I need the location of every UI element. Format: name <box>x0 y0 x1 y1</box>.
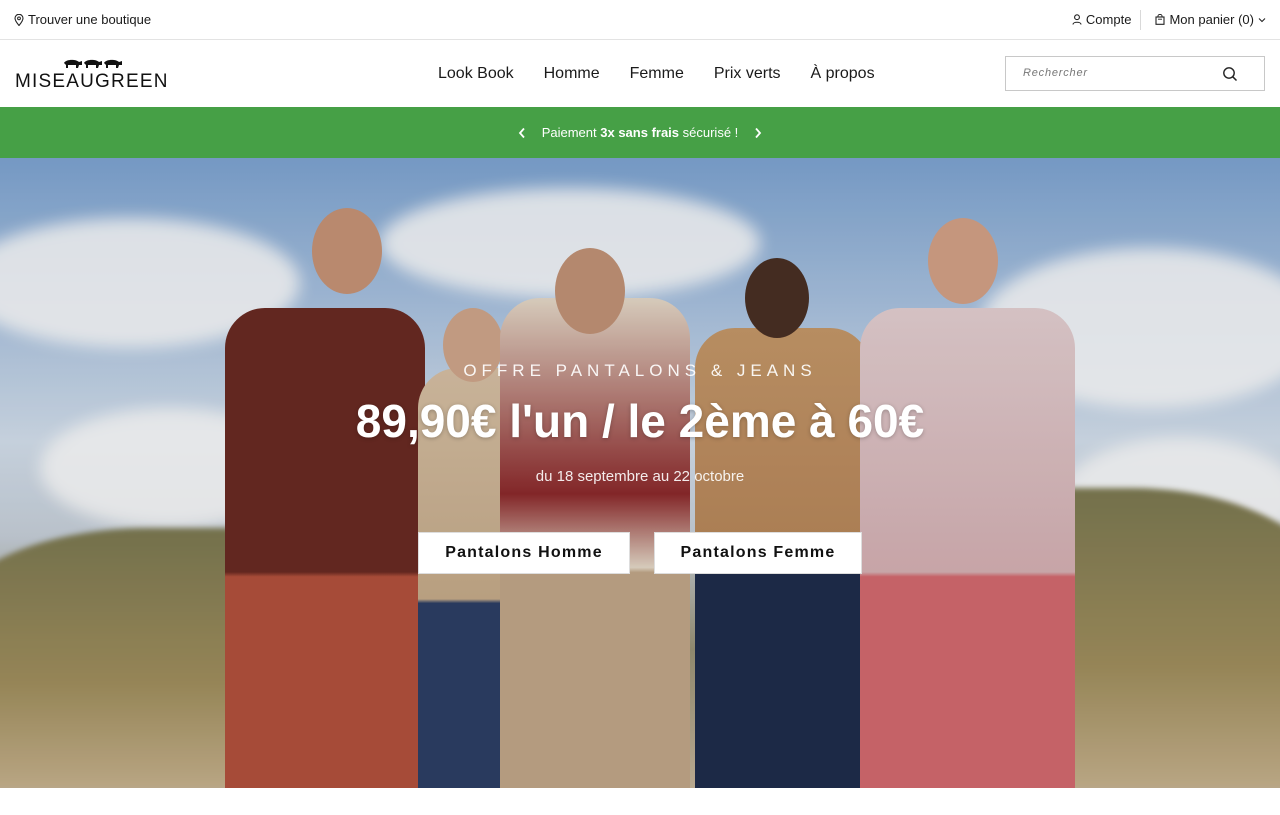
nav-item-femme[interactable]: Femme <box>630 65 684 83</box>
store-finder-label: Trouver une boutique <box>28 12 152 27</box>
hero-headline: 89,90€ l'un / le 2ème à 60€ <box>355 395 925 447</box>
chevron-down-icon[interactable] <box>1258 17 1266 23</box>
cart-label: Mon panier (0) <box>1169 12 1254 27</box>
promo-suffix: sécurisé ! <box>679 125 739 140</box>
hero-dates: du 18 septembre au 22 octobre <box>535 468 745 485</box>
search-box <box>1005 56 1265 91</box>
nav-item-homme[interactable]: Homme <box>544 65 600 83</box>
brand-logo[interactable]: MISEAUGREEN <box>15 57 175 92</box>
nav-item-look-book[interactable]: Look Book <box>438 65 514 83</box>
pantalons-homme-button[interactable]: Pantalons Homme <box>418 532 630 574</box>
location-pin-icon <box>14 13 24 26</box>
chevron-right-icon[interactable] <box>742 127 774 139</box>
account-label: Compte <box>1085 12 1132 27</box>
shopping-bag-icon <box>1155 14 1166 25</box>
animal-logo-icon <box>62 57 126 69</box>
pantalons-femme-button[interactable]: Pantalons Femme <box>654 532 862 574</box>
promo-bold: 3x sans frais <box>600 125 680 140</box>
brand-name: MISEAUGREEN <box>15 71 169 92</box>
account-link[interactable]: Compte <box>1072 12 1132 27</box>
topbar-divider <box>1140 9 1142 30</box>
store-finder-link[interactable]: Trouver une boutique <box>14 12 151 27</box>
main-header: MISEAUGREEN Look Book Homme Femme Prix v… <box>0 41 1280 106</box>
main-navigation: Look Book Homme Femme Prix verts À propo… <box>438 41 875 106</box>
cart-link[interactable]: Mon panier (0) <box>1155 12 1266 27</box>
search-icon[interactable] <box>1222 66 1238 87</box>
hero-eyebrow: OFFRE PANTALONS & JEANS <box>463 361 817 380</box>
nav-item-prix-verts[interactable]: Prix verts <box>714 65 781 83</box>
top-utility-bar: Trouver une boutique Compte Mon panier (… <box>0 0 1280 40</box>
hero-banner[interactable]: OFFRE PANTALONS & JEANS 89,90€ l'un / le… <box>0 158 1280 788</box>
promo-banner: Paiement 3x sans frais sécurisé ! <box>0 107 1280 158</box>
search-input[interactable] <box>1021 66 1215 80</box>
nav-item-a-propos[interactable]: À propos <box>811 65 875 83</box>
chevron-left-icon[interactable] <box>506 127 538 139</box>
promo-prefix: Paiement <box>541 125 601 140</box>
user-icon <box>1072 14 1082 25</box>
promo-message: Paiement 3x sans frais sécurisé ! <box>538 125 743 140</box>
